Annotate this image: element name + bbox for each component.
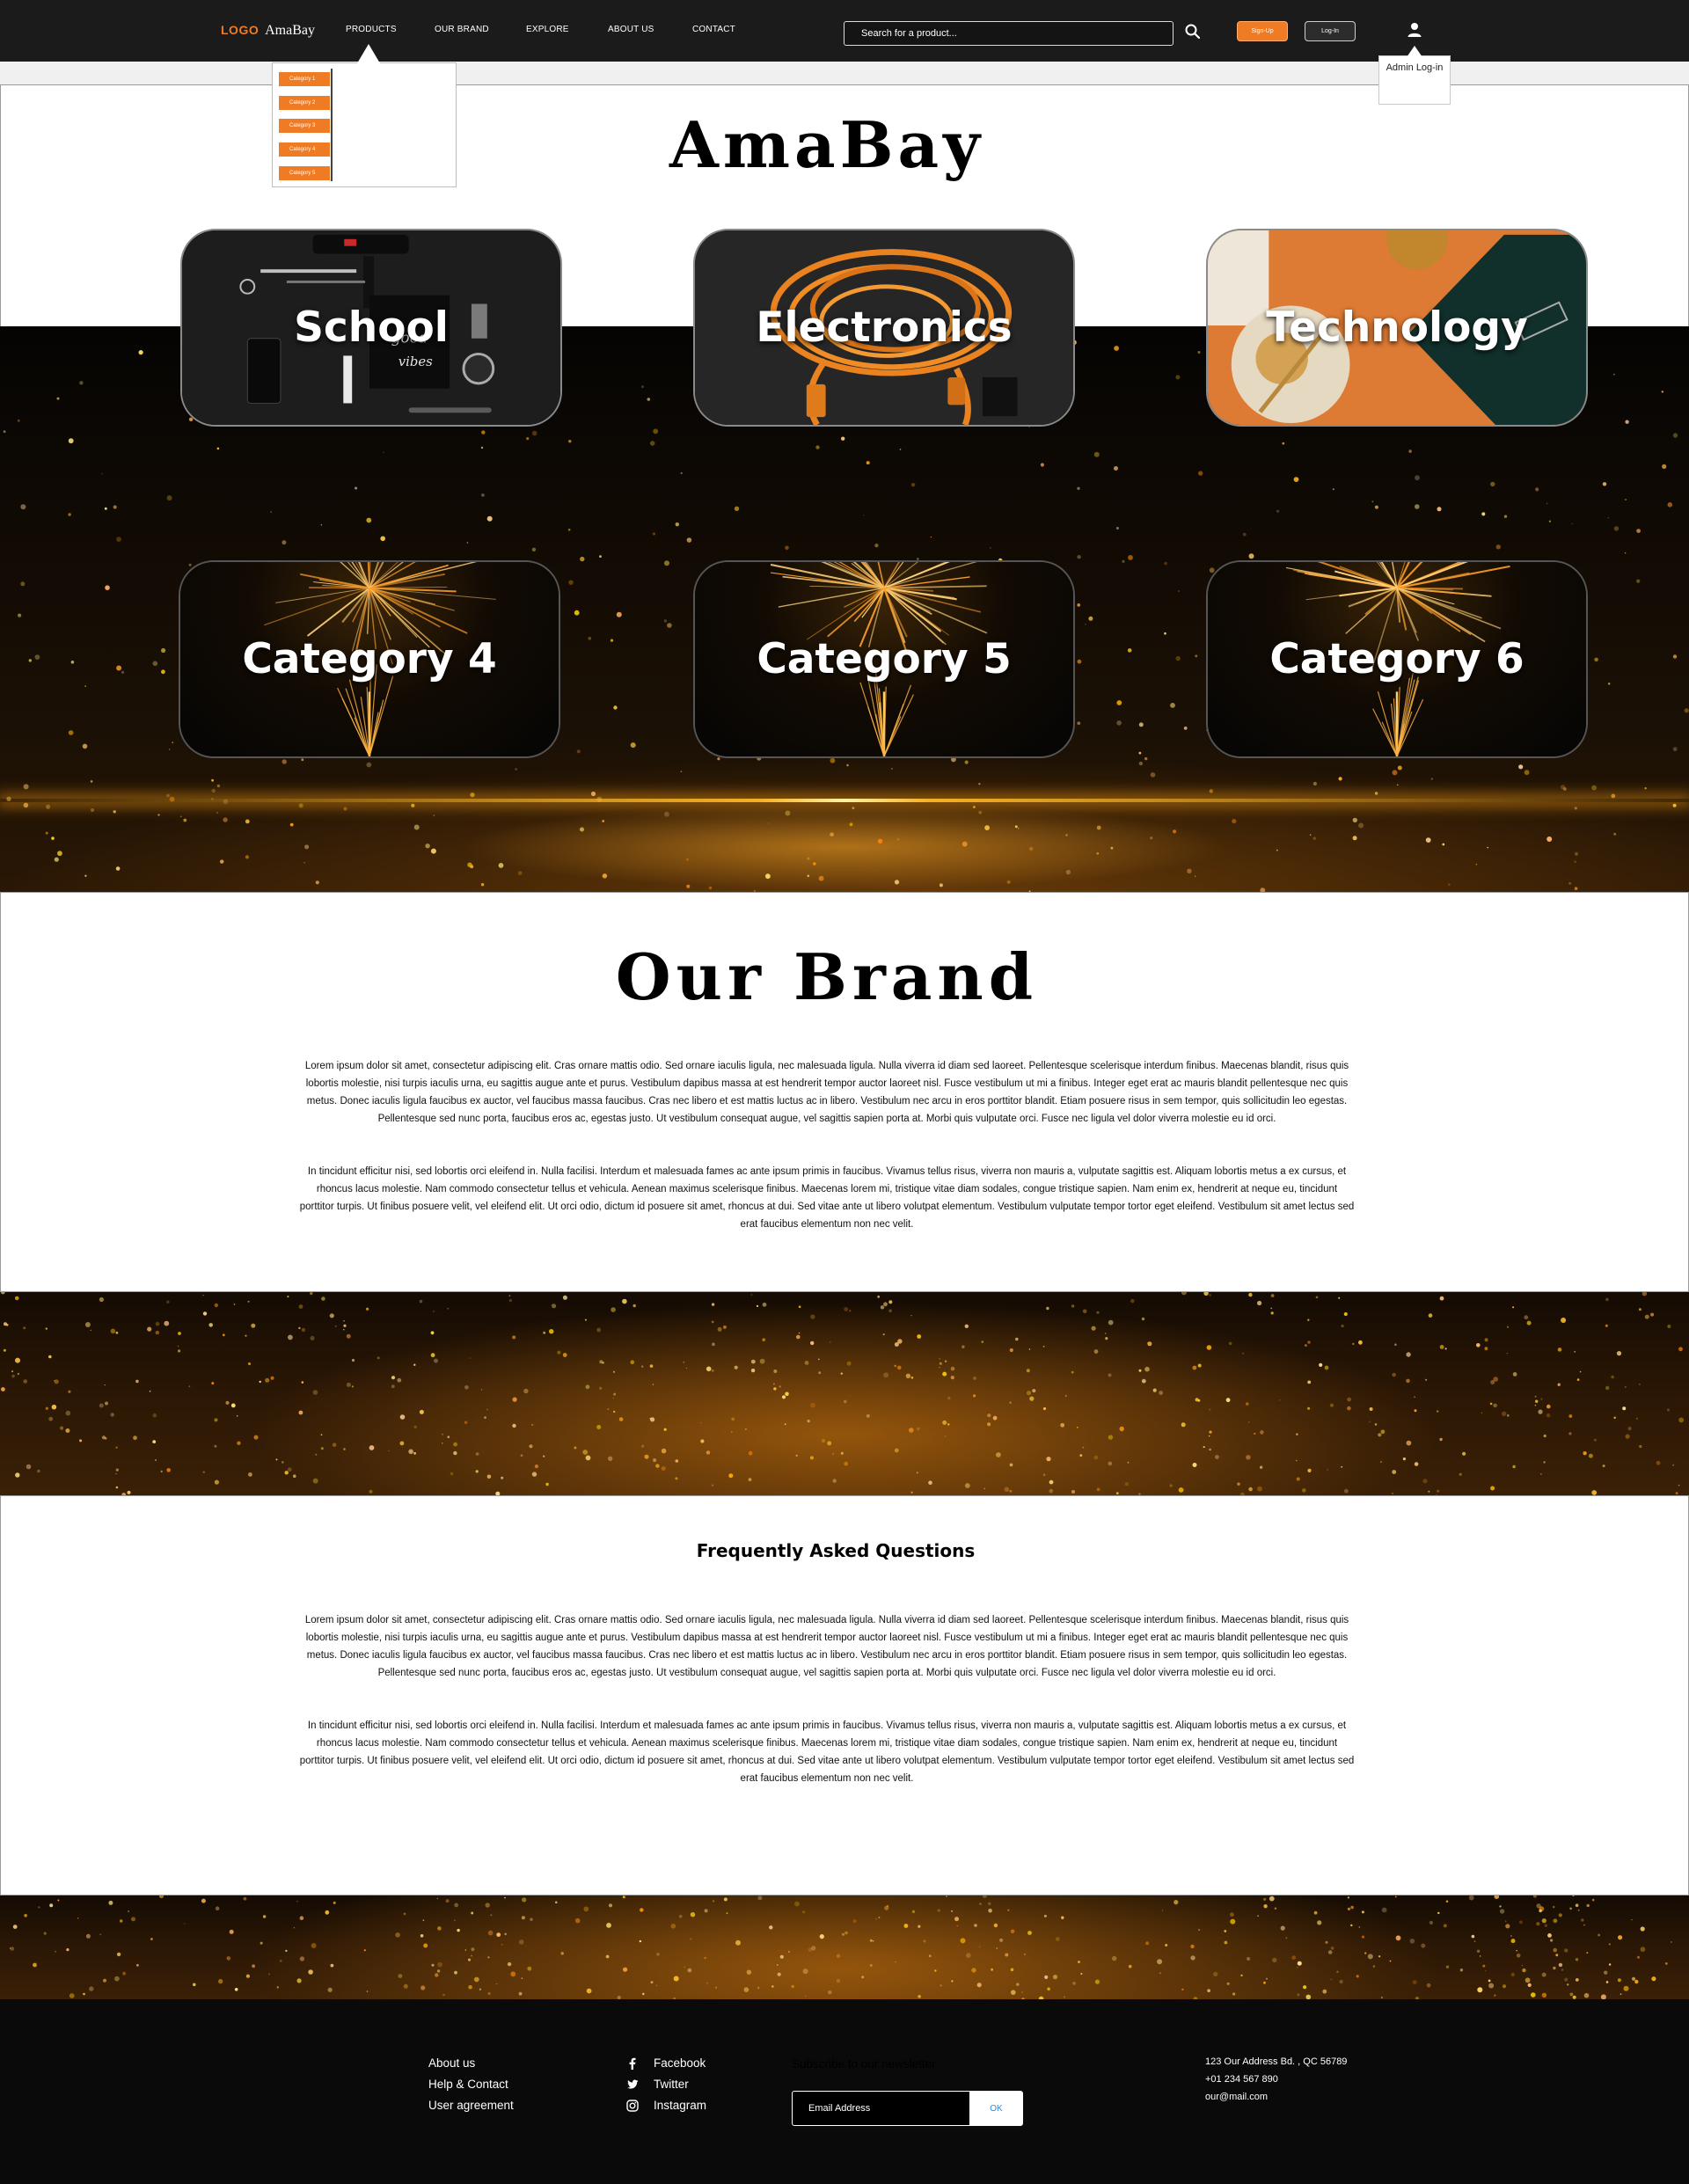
nav-explore[interactable]: EXPLORE xyxy=(526,25,569,34)
brand-paragraph-2: In tincidunt efficitur nisi, sed loborti… xyxy=(299,1166,1355,1230)
category-card-5[interactable]: Category 5 xyxy=(693,560,1075,758)
dropdown-item-category-4[interactable]: Category 4 xyxy=(279,142,330,157)
search-icon[interactable] xyxy=(1184,23,1202,40)
logo-mark: LOGO xyxy=(221,23,260,37)
category-label-school: School xyxy=(294,303,449,352)
nav-our-brand[interactable]: OUR BRAND xyxy=(435,25,489,34)
glitter-particles xyxy=(0,1292,1685,1495)
instagram-icon[interactable] xyxy=(626,2100,639,2112)
dropdown-item-category-2[interactable]: Category 2 xyxy=(279,96,330,110)
admin-login-popup[interactable]: Admin Log-in xyxy=(1378,55,1451,105)
footer-address: 123 Our Address Bd. , QC 56789 xyxy=(1205,2056,1348,2067)
dropdown-divider xyxy=(331,69,333,181)
footer-social-instagram[interactable]: Instagram xyxy=(654,2099,706,2112)
category-label-4: Category 4 xyxy=(242,635,497,683)
dropdown-caret xyxy=(357,44,380,63)
newsletter-ok-button[interactable]: OK xyxy=(969,2091,1023,2126)
search-input[interactable] xyxy=(844,21,1174,46)
dropdown-item-category-3[interactable]: Category 3 xyxy=(279,119,330,133)
faq-title: Frequently Asked Questions xyxy=(696,1540,976,1561)
brand-paragraph-1: Lorem ipsum dolor sit amet, consectetur … xyxy=(304,1061,1349,1124)
logo-name: AmaBay xyxy=(265,23,315,38)
user-icon[interactable] xyxy=(1406,21,1423,39)
top-navbar: LOGO AmaBay PRODUCTS OUR BRAND EXPLORE A… xyxy=(0,0,1689,62)
category-card-technology[interactable]: Technology xyxy=(1206,229,1588,427)
nav-products[interactable]: PRODUCTS xyxy=(346,25,397,34)
category-card-6[interactable]: Category 6 xyxy=(1206,560,1588,758)
footer-link-help-contact[interactable]: Help & Contact xyxy=(428,2078,508,2091)
category-label-6: Category 6 xyxy=(1269,635,1524,683)
glitter-banner-1 xyxy=(0,1292,1689,1495)
faq-paragraph-1: Lorem ipsum dolor sit amet, consectetur … xyxy=(304,1615,1349,1678)
category-label-5: Category 5 xyxy=(757,635,1012,683)
category-label-technology: Technology xyxy=(1266,303,1528,352)
footer-phone: +01 234 567 890 xyxy=(1205,2074,1278,2085)
glitter-banner-2 xyxy=(0,1895,1689,1999)
category-card-4[interactable]: Category 4 xyxy=(179,560,560,758)
footer-social-facebook[interactable]: Facebook xyxy=(654,2056,706,2070)
category-label-electronics: Electronics xyxy=(756,303,1013,352)
site-logo[interactable]: LOGO AmaBay xyxy=(221,23,315,39)
our-brand-title: Our Brand xyxy=(615,939,1039,1014)
footer-social-twitter[interactable]: Twitter xyxy=(654,2078,689,2091)
light-beam xyxy=(0,799,1689,802)
footer-email: our@mail.com xyxy=(1205,2092,1269,2102)
products-dropdown: Category 1 Category 2 Category 3 Categor… xyxy=(272,62,457,187)
category-card-school[interactable]: good vibes School xyxy=(180,229,562,427)
twitter-icon[interactable] xyxy=(626,2078,639,2091)
admin-caret xyxy=(1405,46,1424,60)
category-card-electronics[interactable]: Electronics xyxy=(693,229,1075,427)
login-button[interactable]: Log-In xyxy=(1305,21,1356,41)
page-title: AmaBay xyxy=(669,107,985,182)
facebook-icon[interactable] xyxy=(626,2057,639,2070)
signup-button[interactable]: Sign-Up xyxy=(1237,21,1288,41)
newsletter-email-input[interactable] xyxy=(792,2091,970,2126)
footer-link-user-agreement[interactable]: User agreement xyxy=(428,2099,514,2112)
glitter-particles xyxy=(10,1895,1672,1999)
faq-paragraph-2: In tincidunt efficitur nisi, sed loborti… xyxy=(299,1720,1355,1784)
nav-about-us[interactable]: ABOUT US xyxy=(608,25,654,34)
newsletter-title: Subscribe to our newsletter xyxy=(792,2057,936,2071)
dropdown-item-category-5[interactable]: Category 5 xyxy=(279,166,330,180)
footer-link-about-us[interactable]: About us xyxy=(428,2056,475,2070)
nav-contact[interactable]: CONTACT xyxy=(692,25,735,34)
dropdown-item-category-1[interactable]: Category 1 xyxy=(279,72,330,86)
